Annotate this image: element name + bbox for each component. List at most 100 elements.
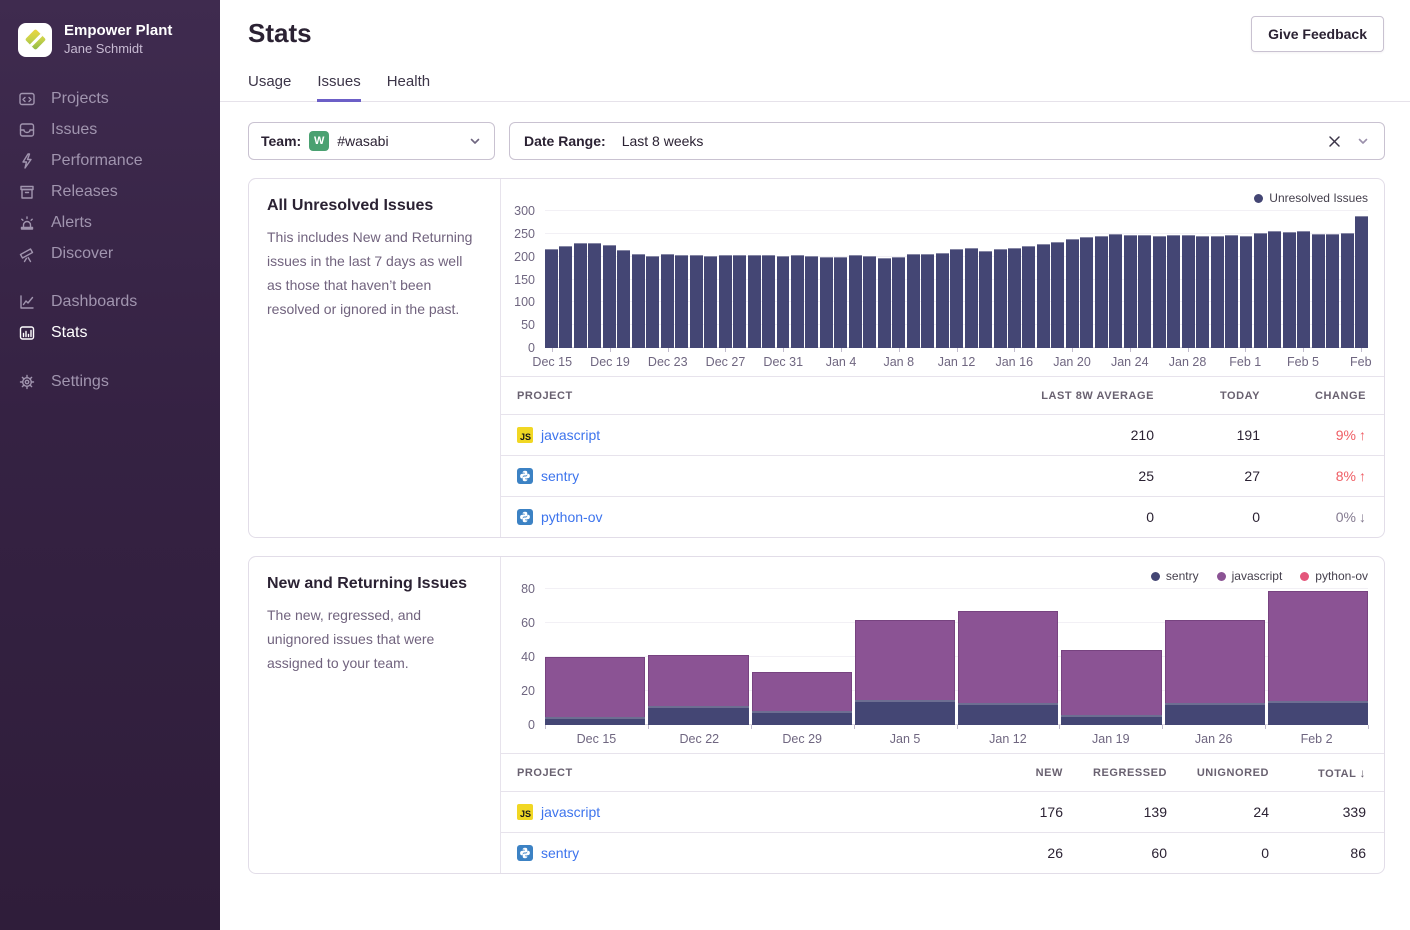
unresolved-issues-bar[interactable] [1297, 231, 1310, 348]
unresolved-issues-bar[interactable] [965, 248, 978, 348]
unresolved-issues-bar[interactable] [1312, 234, 1325, 348]
unresolved-issues-bar[interactable] [907, 254, 920, 348]
unresolved-issues-bar[interactable] [820, 257, 833, 348]
col-header-regressed[interactable]: REGRESSED [1063, 767, 1167, 779]
unresolved-issues-bar[interactable] [1066, 239, 1079, 348]
sentry-bar-segment[interactable] [855, 700, 955, 726]
unresolved-issues-bar[interactable] [834, 257, 847, 348]
unresolved-issues-bar[interactable] [1095, 236, 1108, 348]
stacked-bar[interactable] [1061, 589, 1161, 725]
sidebar-item-projects[interactable]: Projects [0, 83, 220, 114]
unresolved-issues-bar[interactable] [1037, 244, 1050, 348]
unresolved-issues-bar[interactable] [1138, 235, 1151, 348]
sidebar-item-stats[interactable]: Stats [0, 317, 220, 348]
unresolved-issues-bar[interactable] [1080, 237, 1093, 348]
javascript-bar-segment[interactable] [752, 672, 852, 711]
stacked-bar[interactable] [855, 589, 955, 725]
unresolved-issues-bar[interactable] [559, 246, 572, 348]
project-link[interactable]: javascript [541, 427, 600, 443]
javascript-bar-segment[interactable] [958, 611, 1058, 703]
stacked-bar[interactable] [752, 589, 852, 725]
project-link[interactable]: sentry [541, 845, 579, 861]
unresolved-issues-bar[interactable] [661, 254, 674, 348]
unresolved-issues-bar[interactable] [603, 245, 616, 348]
unresolved-issues-bar[interactable] [805, 256, 818, 348]
unresolved-issues-bar[interactable] [588, 243, 601, 348]
tab-usage[interactable]: Usage [248, 73, 291, 102]
unresolved-issues-bar[interactable] [545, 249, 558, 348]
stacked-bar[interactable] [648, 589, 748, 725]
unresolved-issues-bar[interactable] [936, 253, 949, 348]
unresolved-issues-bar[interactable] [574, 243, 587, 348]
sentry-bar-segment[interactable] [1268, 701, 1368, 725]
col-header-today[interactable]: TODAY [1154, 390, 1260, 402]
unresolved-issues-bar[interactable] [979, 251, 992, 348]
unresolved-issues-bar[interactable] [1153, 236, 1166, 348]
stacked-bar[interactable] [545, 589, 645, 725]
col-header-project[interactable]: PROJECT [517, 390, 994, 402]
project-link[interactable]: javascript [541, 804, 600, 820]
col-header-new[interactable]: NEW [943, 767, 1063, 779]
give-feedback-button[interactable]: Give Feedback [1251, 16, 1384, 52]
sentry-bar-segment[interactable] [752, 711, 852, 725]
project-link[interactable]: sentry [541, 468, 579, 484]
unresolved-issues-bar[interactable] [1326, 234, 1339, 348]
unresolved-issues-bar[interactable] [690, 255, 703, 348]
unresolved-issues-bar[interactable] [1008, 248, 1021, 348]
unresolved-issues-bar[interactable] [675, 255, 688, 348]
date-range-select[interactable]: Date Range: Last 8 weeks [509, 122, 1385, 160]
unresolved-issues-bar[interactable] [733, 255, 746, 348]
javascript-bar-segment[interactable] [1165, 620, 1265, 703]
unresolved-issues-bar[interactable] [950, 249, 963, 348]
unresolved-issues-bar[interactable] [632, 254, 645, 348]
sentry-bar-segment[interactable] [648, 706, 748, 725]
sentry-bar-segment[interactable] [1061, 715, 1161, 725]
stacked-bar[interactable] [1268, 589, 1368, 725]
chevron-down-icon[interactable] [1356, 134, 1370, 148]
javascript-bar-segment[interactable] [1268, 591, 1368, 702]
unresolved-issues-bar[interactable] [1341, 233, 1354, 348]
javascript-bar-segment[interactable] [545, 657, 645, 717]
tab-health[interactable]: Health [387, 73, 430, 102]
unresolved-issues-bar[interactable] [1211, 236, 1224, 348]
sentry-bar-segment[interactable] [958, 703, 1058, 725]
sidebar-item-alerts[interactable]: Alerts [0, 207, 220, 238]
javascript-bar-segment[interactable] [1061, 650, 1161, 715]
unresolved-issues-bar[interactable] [994, 249, 1007, 348]
unresolved-issues-bar[interactable] [849, 255, 862, 348]
javascript-bar-segment[interactable] [648, 655, 748, 706]
unresolved-issues-bar[interactable] [777, 256, 790, 348]
sidebar-item-issues[interactable]: Issues [0, 114, 220, 145]
unresolved-issues-bar[interactable] [704, 256, 717, 348]
legend-item-unresolved[interactable]: Unresolved Issues [1254, 191, 1368, 205]
sidebar-item-discover[interactable]: Discover [0, 238, 220, 269]
unresolved-issues-bar[interactable] [1196, 236, 1209, 348]
col-header-project[interactable]: PROJECT [517, 767, 943, 779]
sidebar-item-dashboards[interactable]: Dashboards [0, 286, 220, 317]
unresolved-issues-bar[interactable] [878, 258, 891, 348]
unresolved-issues-bar[interactable] [646, 256, 659, 348]
col-header-total[interactable]: TOTAL↓ [1269, 766, 1366, 780]
unresolved-issues-bar[interactable] [1225, 235, 1238, 348]
legend-item-python-ov[interactable]: python-ov [1300, 569, 1368, 583]
sentry-bar-segment[interactable] [1165, 703, 1265, 725]
unresolved-issues-bar[interactable] [892, 257, 905, 348]
unresolved-issues-bar[interactable] [791, 255, 804, 348]
unresolved-issues-bar[interactable] [1124, 235, 1137, 348]
unresolved-issues-bar[interactable] [1051, 242, 1064, 348]
sidebar-item-releases[interactable]: Releases [0, 176, 220, 207]
stacked-bar[interactable] [958, 589, 1058, 725]
unresolved-issues-bar[interactable] [1109, 234, 1122, 348]
unresolved-issues-bar[interactable] [1355, 216, 1368, 348]
team-select[interactable]: Team: W #wasabi [248, 122, 495, 160]
unresolved-issues-bar[interactable] [1254, 233, 1267, 348]
legend-item-javascript[interactable]: javascript [1217, 569, 1283, 583]
col-header-change[interactable]: CHANGE [1260, 390, 1366, 402]
unresolved-issues-bar[interactable] [921, 254, 934, 348]
unresolved-issues-bar[interactable] [1022, 246, 1035, 348]
unresolved-issues-bar[interactable] [748, 255, 761, 348]
sidebar-item-performance[interactable]: Performance [0, 145, 220, 176]
tab-issues[interactable]: Issues [317, 73, 360, 102]
unresolved-issues-bar[interactable] [617, 250, 630, 348]
legend-item-sentry[interactable]: sentry [1151, 569, 1199, 583]
